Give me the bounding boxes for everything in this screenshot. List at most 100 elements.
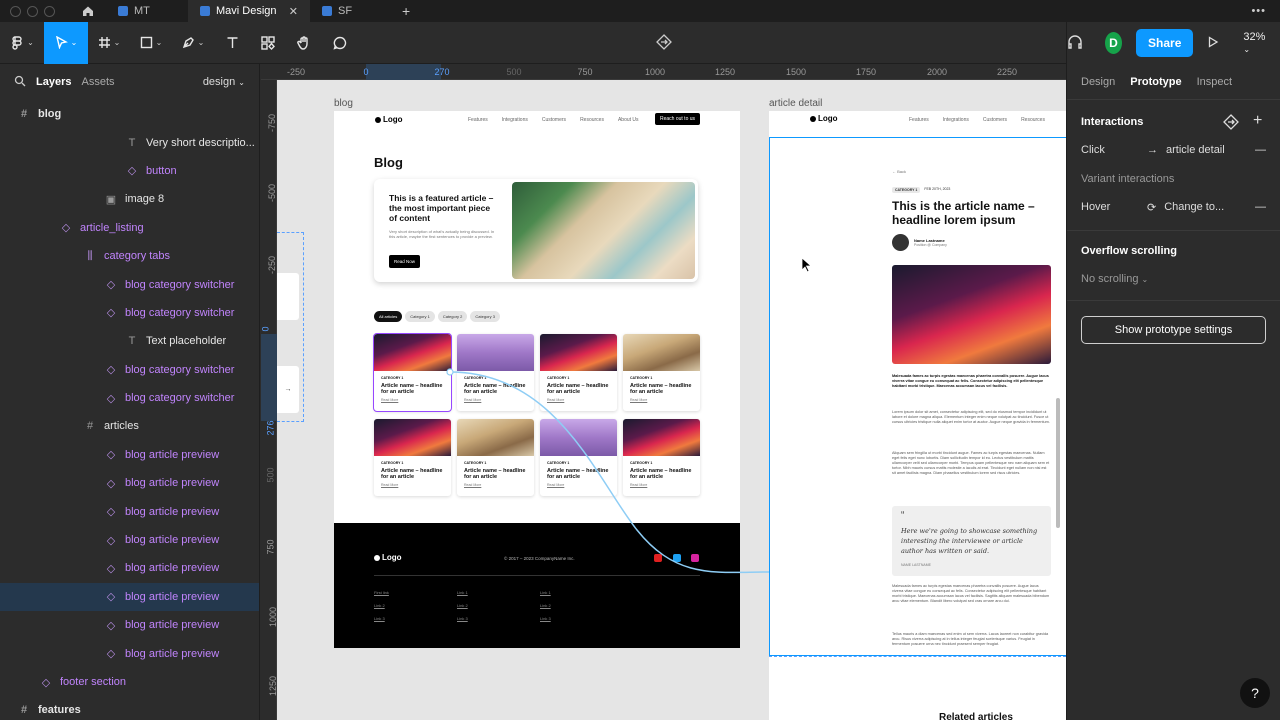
remove-minus-icon[interactable]: — [1255, 144, 1266, 156]
hand-icon [297, 35, 308, 50]
interaction-click-row[interactable]: Click → article detail — [1081, 144, 1266, 156]
layer-type-icon: # [20, 704, 28, 717]
comment-tool-button[interactable] [322, 22, 358, 64]
layer-row[interactable]: # blog [0, 100, 259, 128]
layer-type-icon: ◇ [106, 591, 116, 604]
tab-prototype[interactable]: Prototype [1130, 76, 1181, 88]
tab-sf[interactable]: SF [310, 0, 392, 22]
show-prototype-settings-button[interactable]: Show prototype settings [1081, 316, 1266, 344]
text-icon [227, 37, 237, 48]
ruler-tick-label: 750 [265, 539, 276, 555]
page-selector[interactable]: design ⌄ [203, 76, 245, 88]
ruler-selection-highlight [366, 64, 441, 80]
layer-label: blog category switcher [125, 306, 235, 319]
remove-minus-icon[interactable]: — [1255, 201, 1266, 213]
layer-label: article_listing [80, 221, 144, 234]
layer-label: blog article preview [125, 505, 220, 518]
layer-row[interactable]: ◇ blog article preview [0, 582, 259, 612]
layer-row[interactable]: ◇ blog article preview [0, 497, 259, 525]
tab-design[interactable]: Design [1081, 76, 1115, 88]
zoom-dropdown[interactable]: 32% ⌄ [1243, 31, 1268, 55]
change-to-icon: ⟳ [1147, 201, 1157, 214]
more-options-icon[interactable]: ••• [1251, 5, 1280, 17]
layer-label: category tabs [104, 250, 171, 263]
hand-tool-button[interactable] [286, 22, 322, 64]
layer-type-icon: ◇ [106, 307, 116, 320]
canvas[interactable]: blog article detail → Logo Features Inte… [277, 80, 1066, 720]
resources-tool-button[interactable] [250, 22, 286, 64]
layer-row[interactable]: T Very short descriptio... [0, 128, 259, 156]
layer-row[interactable]: # articles [0, 412, 259, 440]
layer-type-icon: # [86, 420, 94, 433]
layer-row[interactable]: ◇ blog category switcher [0, 270, 259, 298]
divider [1067, 230, 1280, 231]
layer-row[interactable]: ◇ blog article preview [0, 526, 259, 554]
window-controls[interactable] [0, 5, 70, 17]
frame-tool-button[interactable]: ⌄ [88, 22, 130, 64]
tab-mt[interactable]: MT [106, 0, 188, 22]
layer-row[interactable]: ◇ blog article preview [0, 554, 259, 582]
interaction-hover-row[interactable]: Hover ⟳ Change to... — [1081, 201, 1266, 214]
ruler-tick-label: 2250 [996, 67, 1018, 77]
move-tool-button[interactable]: ⌄ [44, 21, 88, 64]
overflow-dropdown[interactable]: No scrolling ⌄ [1081, 273, 1148, 285]
layer-row[interactable]: ◇ blog article preview [0, 441, 259, 469]
tab-inspect[interactable]: Inspect [1197, 76, 1232, 88]
overflow-heading: Overflow scrolling [1081, 245, 1177, 257]
layer-row[interactable]: ▣ image 8 [0, 185, 259, 213]
chevron-down-icon: ⌄ [1141, 275, 1149, 284]
audio-headphones-icon[interactable] [1067, 34, 1083, 53]
layer-type-icon: ◇ [106, 449, 116, 462]
tab-mavi-design[interactable]: Mavi Design ✕ [188, 0, 310, 22]
layer-label: Very short descriptio... [146, 136, 255, 149]
layer-row[interactable]: ◇ blog article preview [0, 469, 259, 497]
layer-row[interactable]: ◇ blog article preview [0, 639, 259, 667]
new-tab-plus-icon[interactable]: + [392, 3, 420, 19]
shape-tool-button[interactable]: ⌄ [130, 22, 172, 64]
tab-layers[interactable]: Layers [36, 76, 71, 88]
layer-label: blog article preview [125, 534, 220, 547]
ruler-tick-label: 276 [265, 420, 276, 436]
ruler-tick-label: 0 [363, 67, 369, 77]
layer-row[interactable]: ◇ article_listing [0, 214, 259, 242]
pen-tool-button[interactable]: ⌄ [172, 22, 214, 64]
layer-row[interactable]: ◇ blog category switcher [0, 299, 259, 327]
page-name: design [202, 76, 236, 88]
prototype-connection[interactable] [277, 80, 1066, 720]
main-menu-button[interactable]: ⌄ [0, 22, 44, 64]
text-tool-button[interactable] [214, 22, 250, 64]
layer-type-icon: ◇ [61, 222, 71, 235]
share-button[interactable]: Share [1136, 29, 1194, 57]
layer-type-icon: ◇ [106, 364, 116, 377]
layer-label: blog category switcher [125, 363, 235, 376]
add-interaction-plus-icon[interactable]: + [1253, 112, 1262, 130]
layer-label: footer section [60, 676, 127, 688]
layer-label: blog category switcher [125, 278, 235, 291]
help-button[interactable]: ? [1240, 678, 1270, 708]
layer-row[interactable]: ⫼ category tabs [0, 242, 259, 270]
home-icon[interactable] [70, 0, 106, 22]
layer-label: blog article preview [125, 619, 220, 632]
layer-row[interactable]: ◇ blog category switcher [0, 356, 259, 384]
search-icon[interactable] [14, 75, 26, 90]
frame-icon [98, 37, 110, 48]
layer-row[interactable]: ◇ footer section [0, 668, 259, 696]
close-tab-icon[interactable]: ✕ [289, 5, 298, 18]
trigger-label: Click [1081, 144, 1105, 156]
mouse-cursor-icon [801, 257, 813, 273]
present-play-icon[interactable] [1207, 35, 1219, 51]
layer-type-icon: ◇ [106, 506, 116, 519]
layer-type-icon: ◇ [106, 619, 116, 632]
flow-diamond-icon[interactable] [1223, 114, 1239, 133]
layer-row[interactable]: ◇ blog article preview [0, 611, 259, 639]
navigate-arrow-icon: → [1147, 144, 1158, 156]
layer-row[interactable]: ◇ button [0, 157, 259, 185]
layer-row[interactable]: T Text placeholder [0, 327, 259, 355]
layer-row[interactable]: ◇ blog category switcher [0, 384, 259, 412]
ruler-selection-highlight [261, 334, 277, 421]
tab-assets[interactable]: Assets [81, 76, 114, 88]
layer-row[interactable]: # features [0, 696, 259, 720]
figma-window: MT Mavi Design ✕ SF + ••• ⌄ ⌄ ⌄ ⌄ ⌄ D Sh… [0, 0, 1280, 720]
prototype-flow-icon[interactable] [656, 34, 672, 55]
avatar[interactable]: D [1105, 32, 1123, 54]
